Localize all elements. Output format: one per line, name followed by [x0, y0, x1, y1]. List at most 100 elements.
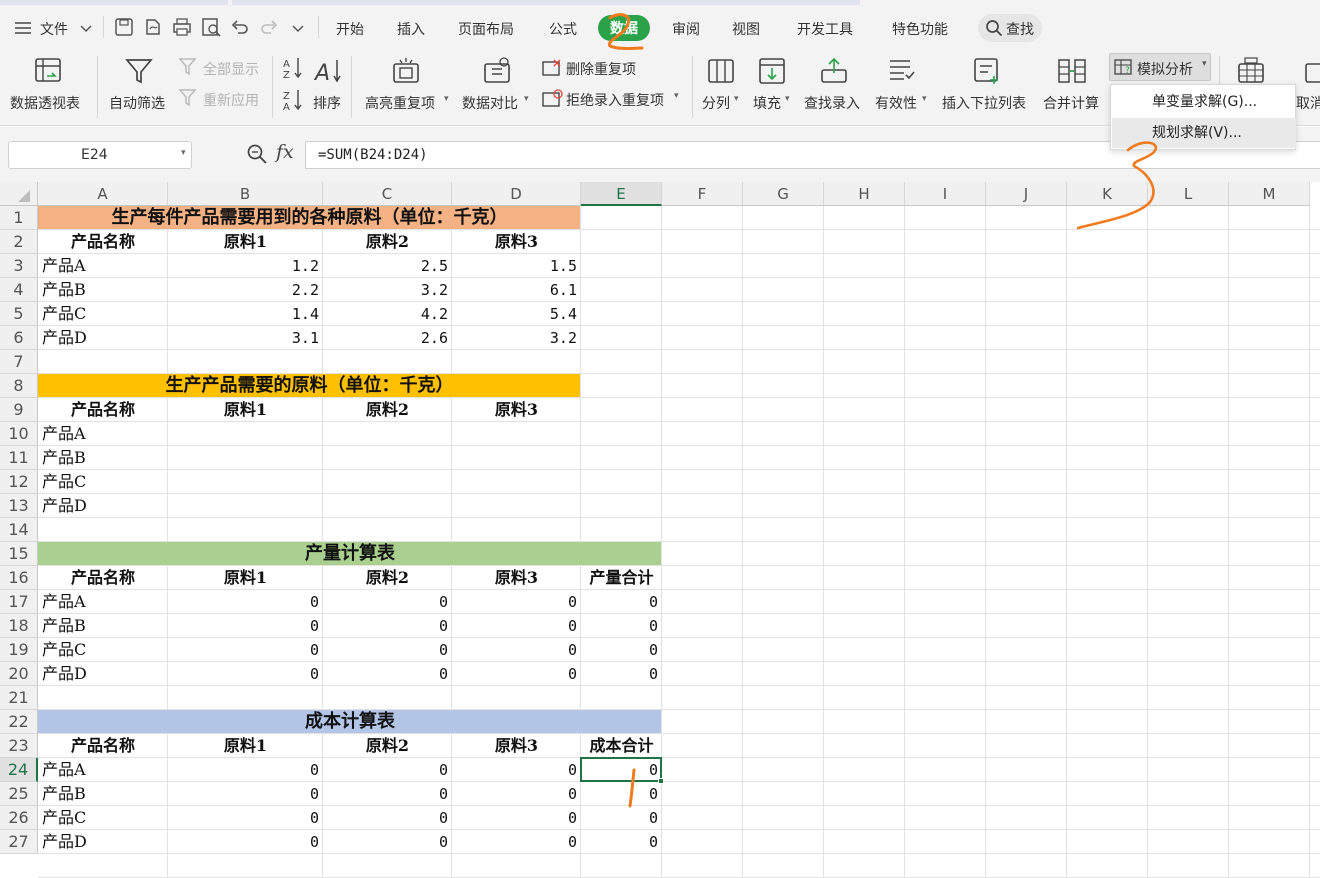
- value-cell[interactable]: 3.1: [168, 326, 323, 350]
- spreadsheet-grid[interactable]: A B C D E F G H I J K L M 1 2 3 4 5 6 7 8 9 10 11 12 13 14 15 16 17 18…: [0, 182, 1320, 878]
- product-name-cell[interactable]: 产品D: [38, 830, 168, 854]
- hamburger-icon[interactable]: [14, 20, 32, 40]
- export-pdf-icon[interactable]: [143, 17, 163, 41]
- column-header-f[interactable]: F: [662, 182, 743, 206]
- row-header-10[interactable]: 10: [0, 422, 38, 446]
- header-material-1[interactable]: 原料1: [168, 734, 323, 758]
- row-header-20[interactable]: 20: [0, 662, 38, 686]
- value-cell[interactable]: 0: [452, 830, 581, 854]
- validity-button[interactable]: 有效性: [875, 93, 917, 113]
- row-header-19[interactable]: 19: [0, 638, 38, 662]
- value-cell[interactable]: 0: [452, 806, 581, 830]
- tab-review[interactable]: 审阅: [672, 19, 700, 39]
- solver-menu-item[interactable]: 规划求解(V)...: [1112, 118, 1296, 148]
- row-header-23[interactable]: 23: [0, 734, 38, 758]
- split-button[interactable]: 分列: [702, 93, 730, 113]
- active-cell-e24[interactable]: [580, 757, 662, 782]
- header-material-3[interactable]: 原料3: [452, 734, 581, 758]
- column-header-k[interactable]: K: [1067, 182, 1148, 206]
- split-columns-icon[interactable]: [706, 56, 736, 90]
- header-total[interactable]: 产量合计: [581, 566, 662, 590]
- lookup-entry-icon[interactable]: [819, 56, 849, 90]
- row-header-12[interactable]: 12: [0, 470, 38, 494]
- row-header-8[interactable]: 8: [0, 374, 38, 398]
- value-cell[interactable]: 3.2: [452, 326, 581, 350]
- header-product-name[interactable]: 产品名称: [38, 230, 168, 254]
- product-name-cell[interactable]: 产品C: [38, 638, 168, 662]
- row-header-13[interactable]: 13: [0, 494, 38, 518]
- highlight-duplicates-button[interactable]: 高亮重复项: [365, 93, 435, 113]
- zoom-function-icon[interactable]: [246, 143, 268, 169]
- header-product-name[interactable]: 产品名称: [38, 566, 168, 590]
- value-cell[interactable]: 0: [581, 614, 662, 638]
- value-cell[interactable]: 0: [452, 662, 581, 686]
- column-header-d[interactable]: D: [452, 182, 581, 206]
- file-menu[interactable]: 文件: [40, 19, 68, 39]
- product-name-cell[interactable]: 产品B: [38, 278, 168, 302]
- data-compare-icon[interactable]: [482, 56, 512, 90]
- fill-button[interactable]: 填充: [753, 93, 781, 113]
- column-header-c[interactable]: C: [323, 182, 452, 206]
- row-header-7[interactable]: 7: [0, 350, 38, 374]
- doc-tab-1[interactable]: [0, 0, 228, 5]
- print-icon[interactable]: [172, 17, 192, 41]
- header-product-name[interactable]: 产品名称: [38, 734, 168, 758]
- value-cell[interactable]: 0: [323, 806, 452, 830]
- value-cell[interactable]: 0: [323, 638, 452, 662]
- table3-title[interactable]: 产量计算表: [38, 542, 662, 566]
- column-header-b[interactable]: B: [168, 182, 323, 206]
- product-name-cell[interactable]: 产品D: [38, 494, 168, 518]
- column-header-j[interactable]: J: [986, 182, 1067, 206]
- print-preview-icon[interactable]: [201, 17, 221, 41]
- tab-data[interactable]: 数据: [598, 15, 650, 41]
- header-material-2[interactable]: 原料2: [323, 230, 452, 254]
- value-cell[interactable]: 3.2: [323, 278, 452, 302]
- header-material-1[interactable]: 原料1: [168, 398, 323, 422]
- header-material-3[interactable]: 原料3: [452, 398, 581, 422]
- column-header-h[interactable]: H: [824, 182, 905, 206]
- value-cell[interactable]: 0: [323, 830, 452, 854]
- column-header-l[interactable]: L: [1148, 182, 1229, 206]
- column-header-g[interactable]: G: [743, 182, 824, 206]
- table4-title[interactable]: 成本计算表: [38, 710, 662, 734]
- row-header-4[interactable]: 4: [0, 278, 38, 302]
- product-name-cell[interactable]: 产品B: [38, 614, 168, 638]
- product-name-cell[interactable]: 产品D: [38, 326, 168, 350]
- value-cell[interactable]: 1.4: [168, 302, 323, 326]
- tab-special[interactable]: 特色功能: [892, 19, 948, 39]
- header-material-3[interactable]: 原料3: [452, 566, 581, 590]
- value-cell[interactable]: 0: [168, 638, 323, 662]
- product-name-cell[interactable]: 产品A: [38, 590, 168, 614]
- column-header-m[interactable]: M: [1229, 182, 1310, 206]
- value-cell[interactable]: 5.4: [452, 302, 581, 326]
- doc-tab-2[interactable]: [232, 0, 860, 5]
- row-header-1[interactable]: 1: [0, 206, 38, 230]
- value-cell[interactable]: 0: [452, 782, 581, 806]
- tab-home[interactable]: 开始: [336, 19, 364, 39]
- caret-down-icon[interactable]: ▾: [181, 148, 186, 158]
- quick-access-more-icon[interactable]: [292, 22, 304, 38]
- row-header-6[interactable]: 6: [0, 326, 38, 350]
- row-header-21[interactable]: 21: [0, 686, 38, 710]
- row-header-3[interactable]: 3: [0, 254, 38, 278]
- sort-button[interactable]: 排序: [313, 93, 341, 113]
- search-button[interactable]: 查找: [978, 14, 1042, 42]
- insert-dropdown-list-button[interactable]: 插入下拉列表: [942, 93, 1026, 113]
- reject-duplicates-button[interactable]: 拒绝录入重复项: [566, 90, 664, 110]
- select-all-corner[interactable]: [0, 182, 38, 206]
- value-cell[interactable]: 1.5: [452, 254, 581, 278]
- value-cell[interactable]: 2.5: [323, 254, 452, 278]
- value-cell[interactable]: 2.2: [168, 278, 323, 302]
- data-compare-button[interactable]: 数据对比: [462, 93, 518, 113]
- remove-duplicates-icon[interactable]: [541, 58, 563, 82]
- product-name-cell[interactable]: 产品D: [38, 662, 168, 686]
- product-name-cell[interactable]: 产品B: [38, 782, 168, 806]
- value-cell[interactable]: 0: [168, 806, 323, 830]
- product-name-cell[interactable]: 产品B: [38, 446, 168, 470]
- product-name-cell[interactable]: 产品A: [38, 254, 168, 278]
- undo-icon[interactable]: [230, 17, 250, 41]
- value-cell[interactable]: 6.1: [452, 278, 581, 302]
- table1-title[interactable]: 生产每件产品需要用到的各种原料（单位：千克）: [38, 206, 581, 230]
- filter-icon[interactable]: [124, 56, 154, 90]
- consolidate-button[interactable]: 合并计算: [1043, 93, 1099, 113]
